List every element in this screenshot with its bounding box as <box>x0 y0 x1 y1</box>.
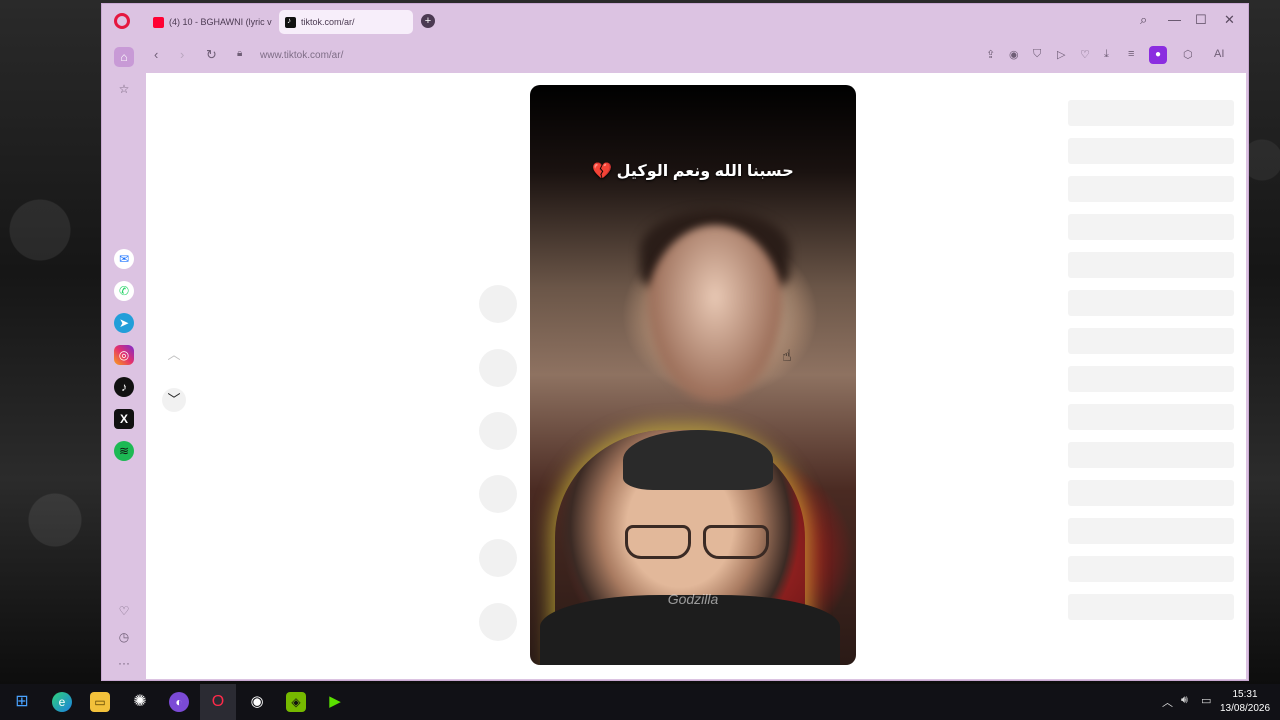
hand-cursor-icon: ☝ <box>782 348 792 365</box>
share-icon[interactable]: ⇪ <box>986 48 995 61</box>
overlay-person-hair <box>623 430 773 490</box>
heart-icon[interactable]: ♡ <box>1080 48 1090 61</box>
windows-start-icon[interactable]: ⊞ <box>12 692 32 712</box>
video-watermark: Godzilla <box>667 591 719 607</box>
forward-icon[interactable]: › <box>180 47 184 62</box>
camera-icon[interactable]: ◉ <box>1009 48 1019 61</box>
tab-label: (4) 10 - BGHAWNI (lyric v <box>169 17 272 27</box>
sidebar-placeholder <box>1068 366 1234 392</box>
tiktok-icon <box>285 16 296 28</box>
previous-video-chevron-up-icon[interactable]: ︿ <box>162 343 186 367</box>
overlay-glasses <box>625 525 775 561</box>
my-flow-heart-icon[interactable]: ♡ <box>114 601 134 621</box>
tiktok-page: ︿ ﹀ حسبنا الله ونعم الوكيل 💔 Godzilla <box>146 73 1246 679</box>
profile-icon[interactable]: ● <box>1149 46 1167 64</box>
sidebar: ⌂ ☆ ✉ ✆ ➤ ◎ ♪ X ≋ ♡ ◷ ··· <box>102 37 146 682</box>
action-placeholder <box>479 412 517 450</box>
sidebar-placeholder <box>1068 138 1234 164</box>
url-field[interactable]: www.tiktok.com/ar/ <box>260 50 343 61</box>
clock-date: 13/08/2026 <box>1220 703 1271 714</box>
sidebar-placeholder <box>1068 594 1234 620</box>
sidebar-placeholder <box>1068 404 1234 430</box>
extensions-icon[interactable]: ⬡ <box>1183 48 1193 61</box>
next-video-chevron-down-icon[interactable]: ﹀ <box>162 388 186 412</box>
network-icon[interactable]: ▭ <box>1201 694 1211 707</box>
more-icon[interactable]: ··· <box>114 653 134 673</box>
lock-icon: 🔒︎ <box>237 48 243 59</box>
taskbar: ⊞ e ▭ ✺ ◐ O ◉ ◈ ▶ ︿ 🔊︎ ▭ 15:31 13/08/202… <box>0 684 1280 720</box>
action-placeholder <box>479 475 517 513</box>
history-icon[interactable]: ◷ <box>114 627 134 647</box>
sidebar-placeholder <box>1068 328 1234 354</box>
settings-app-icon[interactable]: ✺ <box>130 692 150 712</box>
volume-icon[interactable]: 🔊︎ <box>1181 694 1188 707</box>
video-caption: حسبنا الله ونعم الوكيل 💔 <box>592 163 794 180</box>
sidebar-placeholder <box>1068 480 1234 506</box>
bookmarks-icon[interactable]: ☆ <box>114 79 134 99</box>
messenger-icon[interactable]: ✉ <box>114 249 134 269</box>
opera-taskbar-icon[interactable]: O <box>208 692 228 712</box>
maximize-icon[interactable]: ☐ <box>1195 12 1207 28</box>
nvidia-icon[interactable]: ◈ <box>286 692 306 712</box>
browser-window: (4) 10 - BGHAWNI (lyric v tiktok.com/ar/… <box>101 3 1249 681</box>
sidebar-placeholder <box>1068 290 1234 316</box>
tray-chevron-up-icon[interactable]: ︿ <box>1162 694 1173 710</box>
address-bar: ‹ › ↻ 🔒︎ www.tiktok.com/ar/ ⇪ ◉ ⛉ ▷ ♡ ⤓ … <box>146 40 1246 72</box>
adblock-icon[interactable]: ⛉ <box>1033 48 1041 61</box>
sidebar-placeholder <box>1068 518 1234 544</box>
action-placeholder <box>479 539 517 577</box>
sidebar-placeholder <box>1068 176 1234 202</box>
menu-icon[interactable]: ≡ <box>1128 48 1134 60</box>
tab-label: tiktok.com/ar/ <box>301 17 355 27</box>
close-icon[interactable]: ✕ <box>1224 12 1235 28</box>
home-icon[interactable]: ⌂ <box>114 47 134 67</box>
play-icon[interactable]: ▷ <box>1057 48 1065 61</box>
tab-tiktok[interactable]: tiktok.com/ar/ <box>279 10 413 34</box>
tab-bar: (4) 10 - BGHAWNI (lyric v tiktok.com/ar/… <box>102 4 1248 37</box>
system-clock[interactable]: 15:31 13/08/2026 <box>1220 688 1270 716</box>
whatsapp-icon[interactable]: ✆ <box>114 281 134 301</box>
discord-icon[interactable]: ◐ <box>169 692 189 712</box>
media-player-icon[interactable]: ▶ <box>325 692 345 712</box>
reload-icon[interactable]: ↻ <box>206 47 217 63</box>
video-player[interactable]: حسبنا الله ونعم الوكيل 💔 Godzilla <box>530 85 856 665</box>
sidebar-placeholder <box>1068 252 1234 278</box>
tiktok-sidebar-icon[interactable]: ♪ <box>114 377 134 397</box>
x-icon[interactable]: X <box>114 409 134 429</box>
search-tabs-icon[interactable]: ⌕ <box>1140 12 1147 28</box>
obs-icon[interactable]: ◉ <box>247 692 267 712</box>
video-person-face <box>645 225 785 405</box>
file-explorer-icon[interactable]: ▭ <box>90 692 110 712</box>
minimize-icon[interactable]: — <box>1168 12 1181 27</box>
action-placeholder <box>479 349 517 387</box>
ai-button[interactable]: AI <box>1214 48 1224 60</box>
edge-icon[interactable]: e <box>52 692 72 712</box>
instagram-icon[interactable]: ◎ <box>114 345 134 365</box>
sidebar-placeholder <box>1068 556 1234 582</box>
ai-label: AI <box>1214 48 1225 60</box>
action-placeholder <box>479 285 517 323</box>
download-icon[interactable]: ⤓ <box>1104 48 1109 61</box>
telegram-icon[interactable]: ➤ <box>114 313 134 333</box>
tab-youtube[interactable]: (4) 10 - BGHAWNI (lyric v <box>147 10 273 34</box>
clock-time: 15:31 <box>1232 689 1258 700</box>
sidebar-placeholder <box>1068 100 1234 126</box>
action-placeholder <box>479 603 517 641</box>
opera-logo-icon[interactable] <box>114 13 130 29</box>
spotify-icon[interactable]: ≋ <box>114 441 134 461</box>
sidebar-placeholder <box>1068 214 1234 240</box>
sidebar-placeholder <box>1068 442 1234 468</box>
back-icon[interactable]: ‹ <box>154 47 158 62</box>
new-tab-button[interactable]: + <box>421 14 435 28</box>
youtube-icon <box>153 16 164 28</box>
